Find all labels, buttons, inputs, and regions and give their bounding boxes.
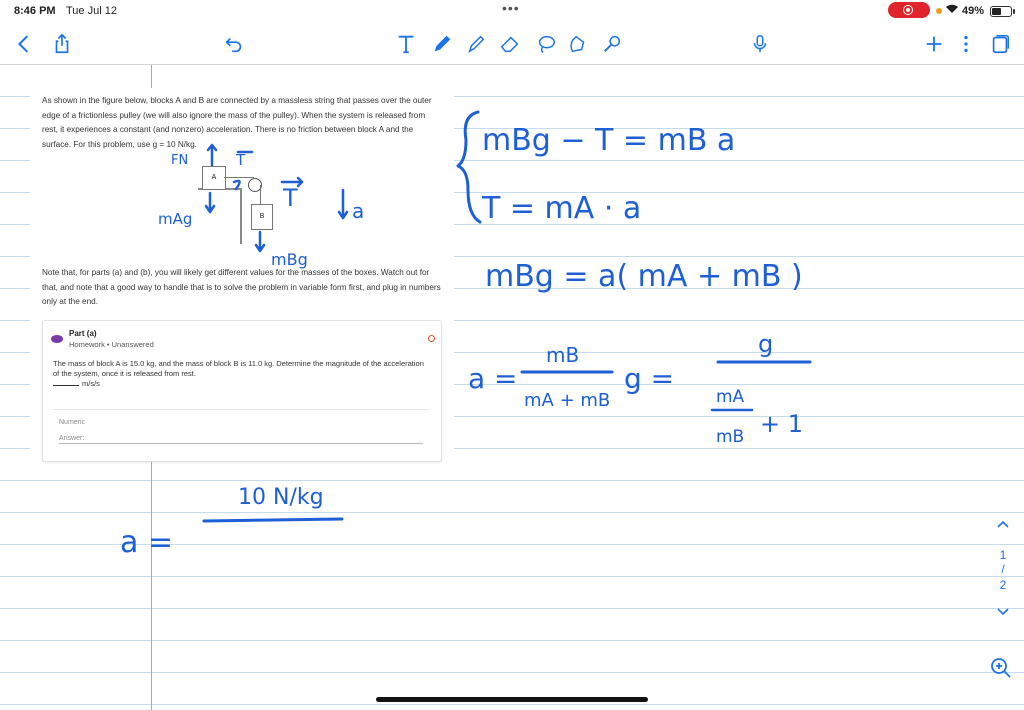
part-question: The mass of block A is 15.0 kg, and the … (53, 359, 424, 378)
divider (53, 409, 429, 410)
battery-percent: 49% (962, 5, 985, 17)
table-edge (240, 188, 242, 244)
multitask-dots[interactable]: ••• (502, 0, 520, 16)
battery-icon (990, 6, 1015, 17)
more-icon[interactable] (954, 32, 978, 56)
image-tool-icon[interactable] (566, 32, 590, 56)
page-current: 1 (999, 548, 1007, 562)
eraser-icon[interactable] (498, 32, 522, 56)
page-total: 2 (999, 578, 1007, 592)
status-date: Tue Jul 12 (66, 5, 117, 17)
wifi-icon (945, 3, 959, 17)
microphone-icon[interactable] (748, 32, 772, 56)
unanswered-icon (428, 335, 435, 342)
answer-label: Answer: (59, 435, 85, 442)
screen-record-icon (888, 2, 930, 18)
home-indicator[interactable] (376, 697, 648, 702)
text-tool-icon[interactable] (394, 32, 418, 56)
part-status: Homework • Unanswered (69, 340, 154, 349)
problem-note: Note that, for parts (a) and (b), you wi… (42, 268, 441, 306)
part-title: Part (a) (69, 329, 97, 338)
zoom-icon[interactable] (988, 655, 1014, 681)
string-horizontal (224, 177, 254, 178)
shape-tool-icon[interactable] (600, 32, 624, 56)
back-icon[interactable] (12, 32, 36, 56)
pen-icon[interactable] (430, 32, 454, 56)
homework-badge-icon (51, 335, 63, 343)
status-time: 8:46 PM (14, 5, 56, 17)
mic-indicator-icon (936, 8, 942, 14)
lasso-icon[interactable] (534, 32, 558, 56)
answer-input[interactable] (59, 443, 423, 444)
block-a: A (202, 166, 226, 190)
pages-icon[interactable] (988, 32, 1012, 56)
part-a-card: Part (a) Homework • Unanswered The mass … (42, 320, 442, 462)
add-icon[interactable] (922, 32, 946, 56)
page-down-icon[interactable] (990, 606, 1016, 620)
highlighter-icon[interactable] (464, 32, 488, 56)
page-controls: 1 / 2 (990, 518, 1016, 628)
undo-icon[interactable] (222, 32, 246, 56)
pasted-problem-image[interactable]: As shown in the figure below, blocks A a… (30, 88, 454, 462)
answer-units: m/s/s (53, 379, 100, 388)
numeric-label: Numeric (59, 419, 86, 426)
status-bar: 8:46 PM Tue Jul 12 ••• 49% (0, 0, 1024, 22)
block-b: B (251, 204, 273, 230)
string-vertical (260, 185, 261, 204)
page-separator: / (1001, 562, 1005, 576)
page-up-icon[interactable] (990, 518, 1016, 532)
share-icon[interactable] (50, 32, 74, 56)
toolbar (0, 24, 1024, 65)
problem-intro: As shown in the figure below, blocks A a… (42, 96, 432, 149)
